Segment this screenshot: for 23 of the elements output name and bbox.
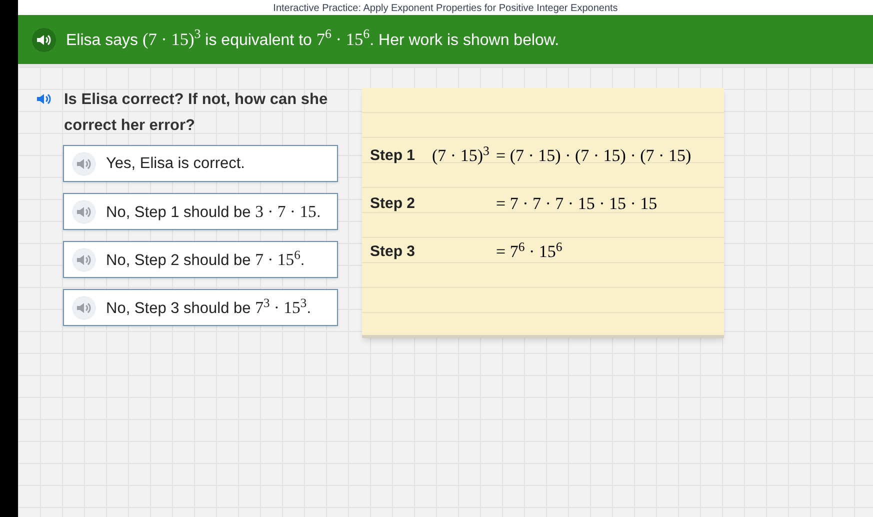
window-title: Interactive Practice: Apply Exponent Properties for Positive Integer Exponents xyxy=(273,3,618,15)
option-text: No, Step 1 should be 3 · 7 · 15. xyxy=(106,200,321,223)
speaker-icon[interactable] xyxy=(32,28,56,52)
option-text: No, Step 3 should be 7$^{3}$ · 15$^{3}$. xyxy=(106,294,312,319)
answer-option[interactable]: No, Step 1 should be 3 · 7 · 15. xyxy=(63,193,338,230)
speaker-icon[interactable] xyxy=(72,152,96,176)
option-text: Yes, Elisa is correct. xyxy=(106,154,245,174)
speaker-icon[interactable] xyxy=(72,296,96,320)
speaker-icon[interactable] xyxy=(72,248,96,272)
speaker-icon[interactable] xyxy=(72,200,96,224)
answer-option[interactable]: No, Step 3 should be 7$^{3}$ · 15$^{3}$. xyxy=(63,289,338,326)
question-text: Is Elisa correct? If not, how can she correct her error? xyxy=(64,90,329,136)
answer-option[interactable]: Yes, Elisa is correct. xyxy=(63,145,338,182)
option-text: No, Step 2 should be 7 · 15$^{6}$. xyxy=(106,246,305,271)
prompt-text: Elisa says (7 · 15)$^{3}$ is equivalent to 7$^{6}$ · 15$^{6}$. Her work is shown below. xyxy=(66,26,560,50)
step-math: = (7 · 15) · (7 · 15) · (7 · 15) xyxy=(496,145,692,168)
step-label: Step 3 xyxy=(370,242,416,262)
step-math: (7 · 15)$^{3}$ xyxy=(432,143,490,168)
step-label: Step 2 xyxy=(370,194,416,214)
step-label: Step 1 xyxy=(370,146,416,166)
answer-option[interactable]: No, Step 2 should be 7 · 15$^{6}$. xyxy=(63,241,338,278)
step-math: = 7$^{6}$ · 15$^{6}$ xyxy=(496,239,562,264)
step-math: = 7 · 7 · 7 · 15 · 15 · 15 xyxy=(496,193,658,216)
